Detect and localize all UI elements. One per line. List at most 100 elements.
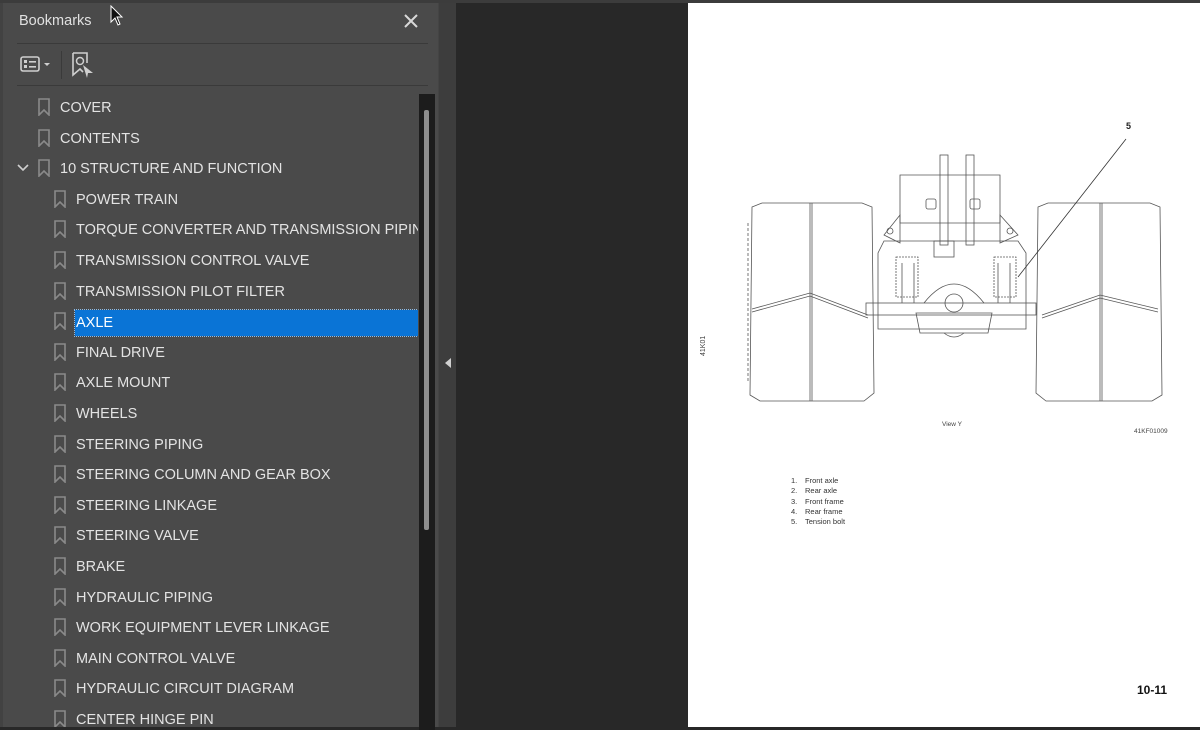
bookmarks-toolbar bbox=[17, 47, 428, 85]
legend-text: Front frame bbox=[805, 496, 844, 506]
bookmark-item[interactable]: COVER bbox=[3, 92, 418, 122]
bookmark-label: STEERING PIPING bbox=[76, 436, 204, 453]
bookmark-icon bbox=[54, 648, 66, 667]
view-label: View Y bbox=[942, 421, 962, 428]
bookmark-label: TRANSMISSION CONTROL VALVE bbox=[76, 253, 310, 269]
options-menu-button[interactable] bbox=[19, 51, 55, 79]
bookmark-icon bbox=[38, 159, 50, 178]
bookmark-item[interactable]: POWER TRAIN bbox=[3, 184, 418, 214]
bookmark-label: TRANSMISSION PILOT FILTER bbox=[76, 283, 285, 300]
bookmark-item[interactable]: CONTENTS bbox=[3, 123, 418, 153]
legend-item: 2. Rear axle bbox=[791, 486, 845, 496]
bookmark-icon bbox=[54, 312, 66, 331]
legend-item: 4. Rear frame bbox=[791, 507, 845, 517]
bookmark-label: AXLE bbox=[74, 309, 418, 338]
bookmark-item[interactable]: WHEELS bbox=[3, 398, 418, 428]
bookmark-item[interactable]: AXLE MOUNT bbox=[3, 367, 418, 397]
header-divider bbox=[17, 43, 428, 44]
bookmark-label: 10 STRUCTURE AND FUNCTION bbox=[60, 161, 283, 178]
bookmark-item[interactable]: STEERING LINKAGE bbox=[3, 490, 418, 520]
bookmark-label: POWER TRAIN bbox=[76, 191, 179, 208]
bookmark-icon bbox=[54, 710, 66, 727]
bookmark-icon bbox=[54, 557, 66, 575]
legend-text: Rear axle bbox=[805, 486, 838, 496]
bookmark-item[interactable]: WORK EQUIPMENT LEVER LINKAGE bbox=[3, 612, 418, 642]
axle-technical-drawing bbox=[747, 138, 1163, 402]
bookmark-label: FINAL DRIVE bbox=[76, 344, 165, 361]
bookmark-label: WORK EQUIPMENT LEVER LINKAGE bbox=[76, 620, 330, 637]
bookmark-label: CENTER HINGE PIN bbox=[76, 712, 214, 727]
legend-text: Rear frame bbox=[805, 506, 843, 516]
scrollbar-thumb[interactable] bbox=[424, 109, 429, 530]
bookmark-item[interactable]: HYDRAULIC CIRCUIT DIAGRAM bbox=[3, 673, 418, 703]
bookmark-icon bbox=[54, 281, 66, 300]
side-code-label: 41K01 bbox=[700, 335, 707, 356]
bookmark-icon bbox=[54, 251, 66, 269]
toolbar-divider bbox=[17, 85, 428, 86]
bookmark-icon bbox=[54, 465, 66, 484]
callout-number: 5 bbox=[1126, 121, 1132, 131]
bookmark-icon bbox=[54, 373, 66, 392]
right-tire-drawing bbox=[1035, 202, 1163, 402]
bookmark-label: STEERING VALVE bbox=[76, 528, 199, 545]
bookmark-label: BRAKE bbox=[76, 559, 126, 575]
bookmark-item[interactable]: 10 STRUCTURE AND FUNCTION bbox=[3, 153, 418, 183]
legend-item: 1. Front axle bbox=[791, 476, 845, 486]
legend-item: 5. Tension bolt bbox=[791, 517, 845, 527]
bookmark-item[interactable]: TRANSMISSION PILOT FILTER bbox=[3, 276, 418, 306]
legend-number: 4. bbox=[791, 506, 798, 516]
bookmark-icon bbox=[54, 526, 66, 545]
document-page: 5 41K01 View Y 41KF01009 1. Front axle 2. R… bbox=[688, 3, 1200, 727]
bookmark-label: AXLE MOUNT bbox=[76, 375, 171, 392]
bookmark-item[interactable]: TRANSMISSION CONTROL VALVE bbox=[3, 245, 418, 275]
callout-5-leader bbox=[1017, 138, 1127, 278]
parts-legend: 1. Front axle 2. Rear axle 3. Front frame 4. Re… bbox=[791, 476, 845, 527]
bookmark-label: COVER bbox=[60, 100, 112, 116]
collapse-panel-arrow-icon[interactable] bbox=[444, 357, 452, 369]
bookmark-icon bbox=[54, 618, 66, 637]
bookmark-item[interactable]: AXLE bbox=[3, 306, 418, 338]
bookmark-label: WHEELS bbox=[76, 406, 138, 422]
bookmark-item[interactable]: STEERING VALVE bbox=[3, 520, 418, 550]
close-panel-button[interactable] bbox=[401, 11, 421, 31]
bookmark-icon bbox=[54, 189, 66, 208]
panel-splitter[interactable] bbox=[438, 3, 456, 727]
find-current-bookmark-button[interactable] bbox=[69, 51, 95, 79]
bookmark-icon bbox=[38, 128, 50, 147]
panel-header: Bookmarks bbox=[3, 3, 438, 43]
bookmark-item[interactable]: BRAKE bbox=[3, 551, 418, 581]
bookmark-label: HYDRAULIC CIRCUIT DIAGRAM bbox=[76, 681, 295, 698]
legend-number: 1. bbox=[791, 476, 798, 485]
caret-down-icon bbox=[44, 63, 50, 66]
bookmark-item[interactable]: MAIN CONTROL VALVE bbox=[3, 643, 418, 673]
bookmarks-scrollbar[interactable] bbox=[419, 94, 435, 730]
legend-item: 3. Front frame bbox=[791, 497, 845, 507]
toolbar-separator bbox=[61, 51, 62, 79]
left-tire-drawing bbox=[747, 202, 875, 402]
bookmark-item[interactable]: HYDRAULIC PIPING bbox=[3, 582, 418, 612]
close-icon bbox=[404, 14, 418, 28]
bookmark-icon bbox=[38, 98, 50, 116]
legend-number: 5. bbox=[791, 517, 798, 527]
legend-number: 3. bbox=[791, 496, 798, 506]
panel-title: Bookmarks bbox=[19, 13, 92, 29]
bookmark-item[interactable]: FINAL DRIVE bbox=[3, 337, 418, 367]
legend-number: 2. bbox=[791, 486, 798, 496]
legend-text: Front axle bbox=[805, 476, 839, 485]
bookmark-label: TORQUE CONVERTER AND TRANSMISSION PIPING bbox=[76, 222, 418, 239]
bookmark-item[interactable]: STEERING COLUMN AND GEAR BOX bbox=[3, 459, 418, 489]
bookmark-label: HYDRAULIC PIPING bbox=[76, 589, 213, 606]
bookmark-item[interactable]: CENTER HINGE PIN bbox=[3, 704, 418, 727]
bookmark-item[interactable]: TORQUE CONVERTER AND TRANSMISSION PIPING bbox=[3, 214, 418, 244]
bookmark-icon bbox=[54, 342, 66, 361]
bookmark-item[interactable]: STEERING PIPING bbox=[3, 429, 418, 459]
bookmark-label: MAIN CONTROL VALVE bbox=[76, 650, 236, 667]
bookmarks-panel: Bookmarks COVER CONTENTS 10 STRUCTURE AND … bbox=[0, 3, 438, 730]
list-options-icon bbox=[20, 56, 50, 72]
legend-text: Tension bolt bbox=[805, 517, 846, 527]
page-number: 10-11 bbox=[1137, 683, 1168, 697]
bookmark-icon bbox=[54, 404, 66, 422]
bookmarks-tree: COVER CONTENTS 10 STRUCTURE AND FUNCTION PO… bbox=[3, 89, 418, 727]
chevron-down-icon[interactable] bbox=[16, 160, 30, 174]
bookmark-icon bbox=[54, 220, 66, 239]
